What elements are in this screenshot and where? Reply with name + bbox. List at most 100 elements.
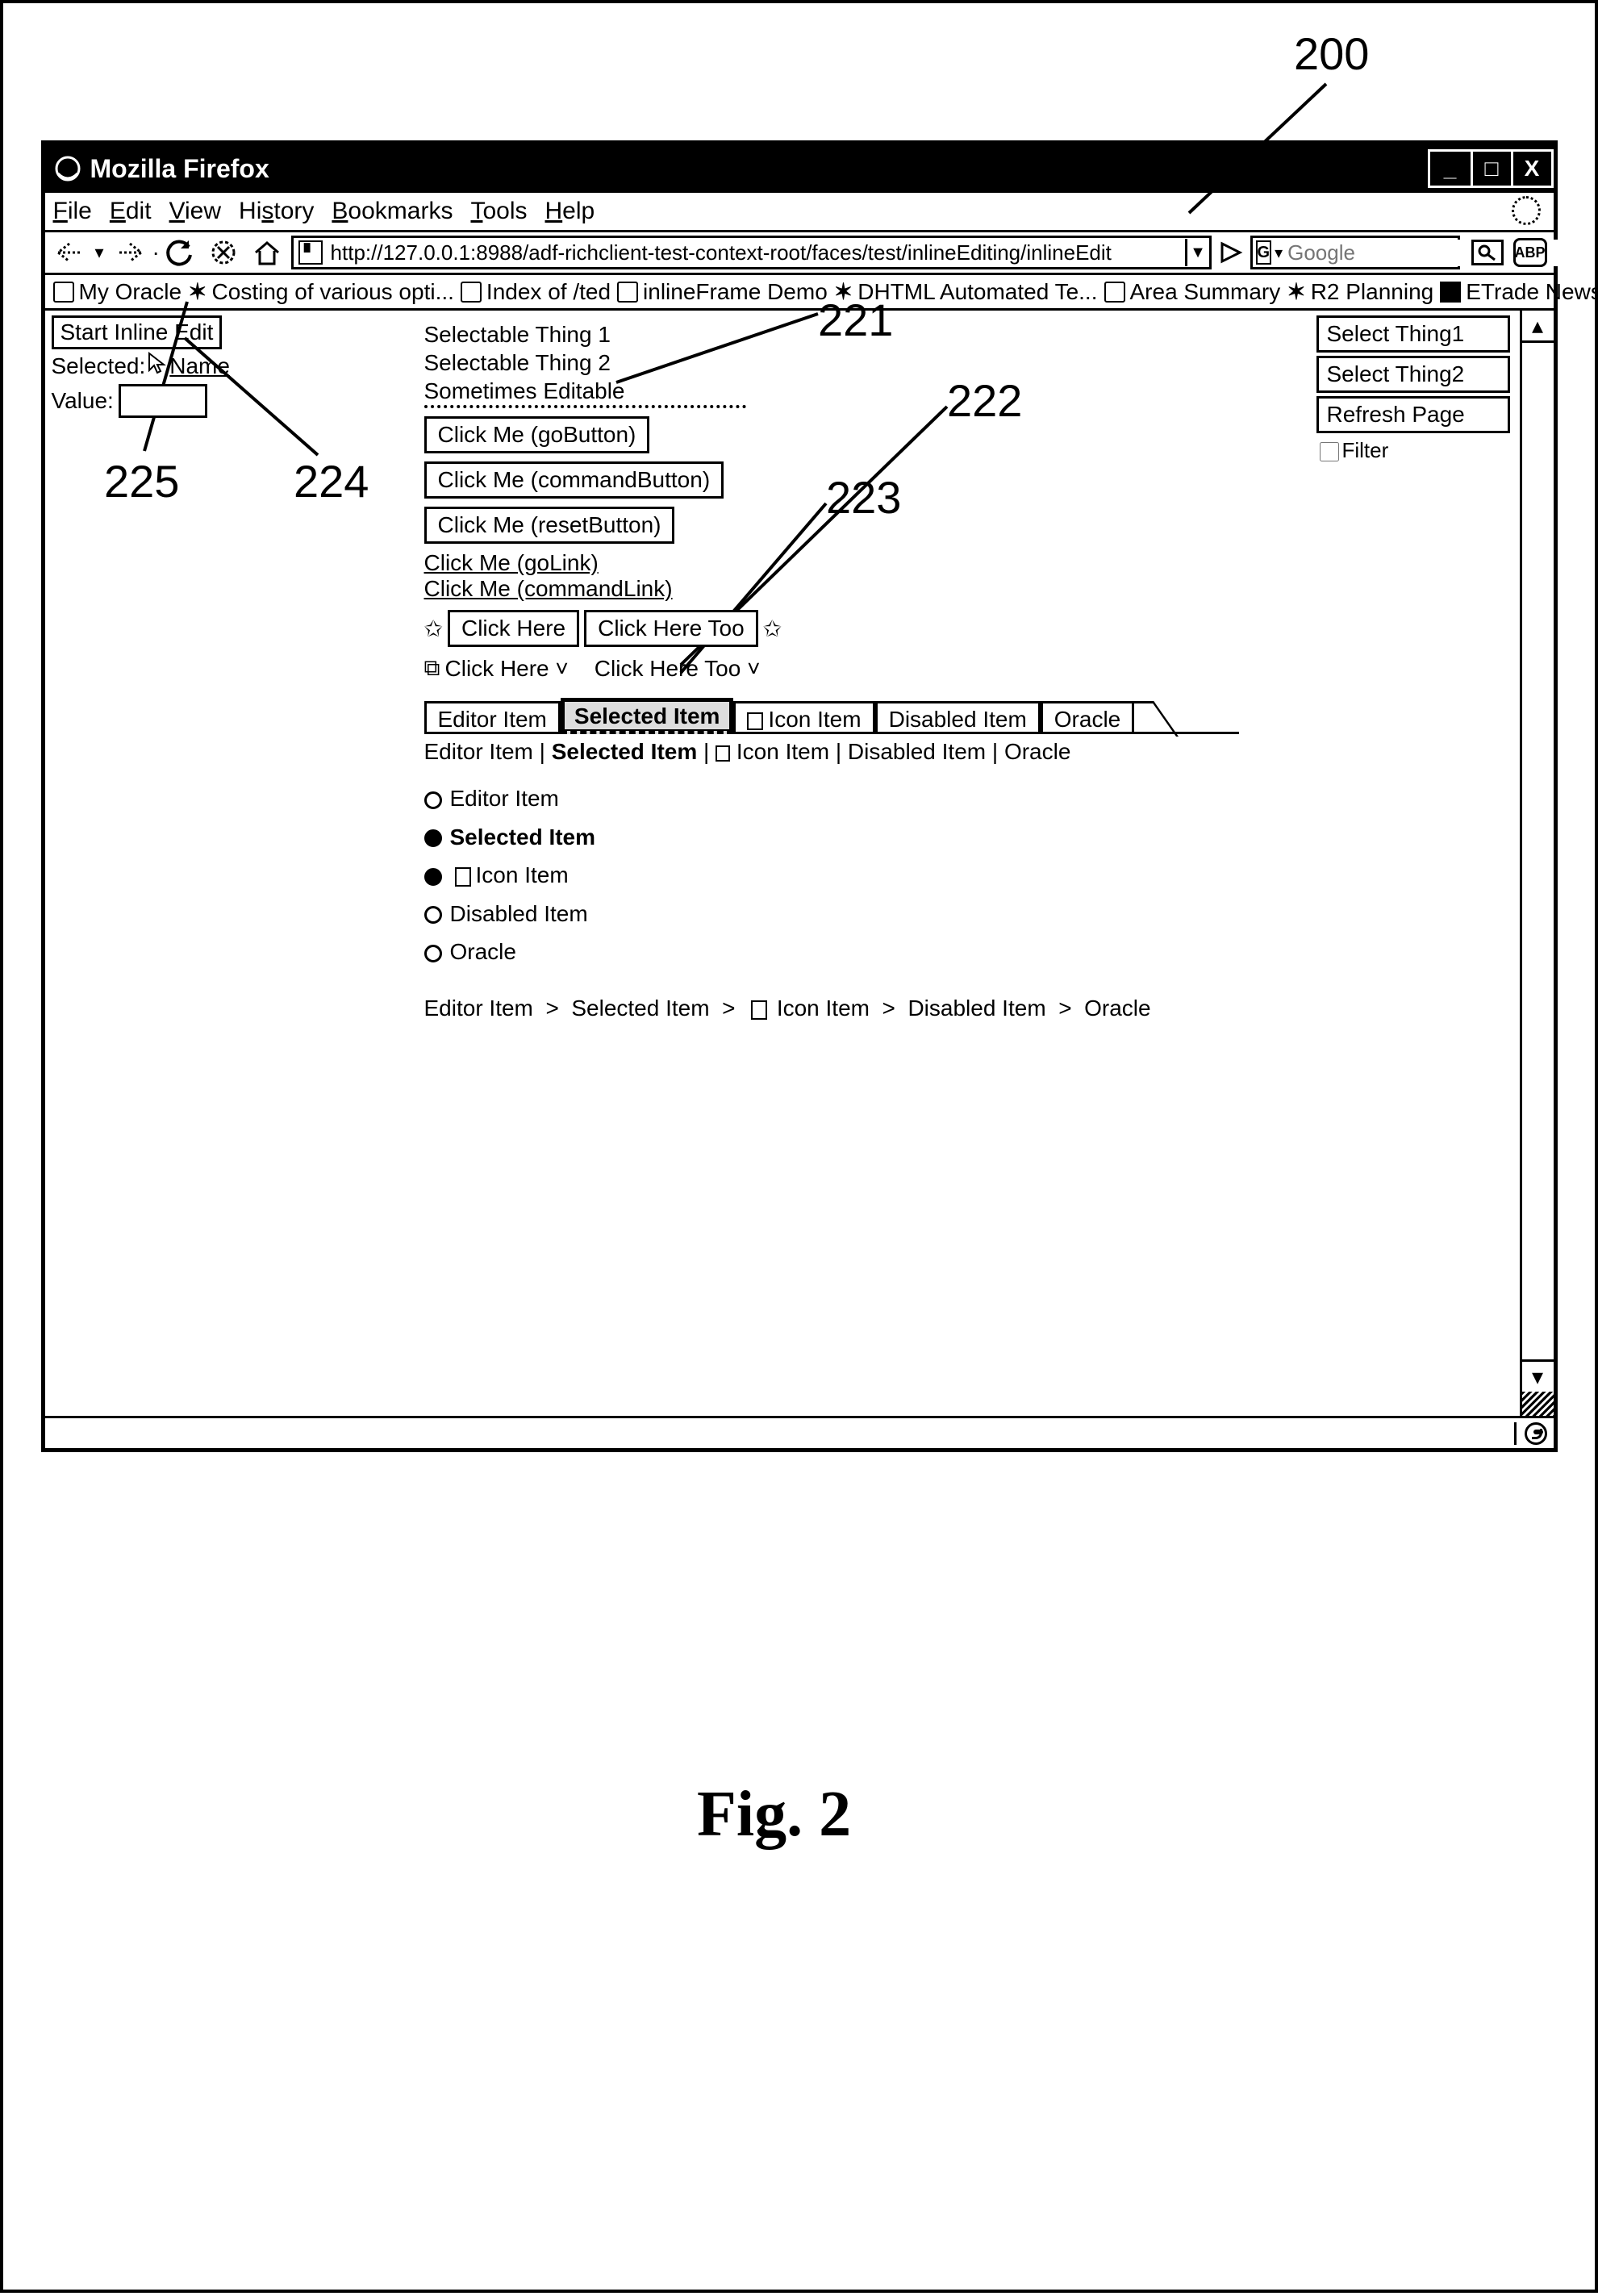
menu-label: Click Here Too	[595, 656, 741, 681]
resize-grip-icon[interactable]	[1522, 1392, 1554, 1416]
x-icon: ✶	[1287, 278, 1305, 305]
sometimes-editable[interactable]: Sometimes Editable	[424, 377, 1239, 408]
command-button-control[interactable]: Click Me (commandButton)	[424, 461, 724, 499]
start-inline-edit-button[interactable]: Start Inline Edit	[52, 315, 223, 349]
copy-icon[interactable]: ⧉	[424, 655, 440, 682]
tab-label: Icon Item	[768, 707, 861, 732]
bookmark-label: Area Summary	[1130, 279, 1281, 305]
train-label: Icon Item	[476, 862, 569, 887]
crumb-selected[interactable]: Selected Item	[571, 996, 709, 1021]
status-bar	[45, 1416, 1554, 1448]
doc-icon	[617, 282, 638, 303]
go-link[interactable]: Click Me (goLink)	[424, 550, 599, 575]
go-button-control[interactable]: Click Me (goButton)	[424, 416, 650, 453]
pipe-selected-item[interactable]: Selected Item	[552, 739, 698, 764]
menu-help[interactable]: Help	[542, 196, 607, 227]
bookmark-index-ted[interactable]: Index of /ted	[461, 279, 611, 305]
train-label: Disabled Item	[450, 901, 588, 926]
click-here-button[interactable]: Click Here	[448, 610, 579, 647]
reset-button-control[interactable]: Click Me (resetButton)	[424, 507, 675, 544]
callout-222: 222	[947, 374, 1022, 427]
go-button[interactable]	[1216, 238, 1245, 267]
train-oracle[interactable]: Oracle	[424, 933, 1239, 971]
bookmark-label: DHTML Automated Te...	[857, 279, 1097, 305]
tab-oracle[interactable]: Oracle	[1041, 701, 1134, 734]
train-editor-item[interactable]: Editor Item	[424, 779, 1239, 818]
close-button[interactable]: X	[1511, 152, 1551, 186]
filter-checkbox[interactable]	[1320, 442, 1339, 461]
url-bar[interactable]: ▘ ▼	[291, 236, 1212, 269]
menu-view[interactable]: View	[166, 196, 232, 227]
tab-editor-item[interactable]: Editor Item	[424, 701, 561, 734]
star-icon[interactable]: ✩	[424, 616, 443, 642]
toolbar-row-2: ⧉ Click Here ˅ Click Here Too ˅	[424, 655, 1239, 682]
url-dropdown[interactable]: ▼	[1185, 239, 1209, 266]
select-thing1-button[interactable]: Select Thing1	[1316, 315, 1510, 353]
selected-value: Name	[169, 353, 230, 379]
crumb-oracle[interactable]: Oracle	[1084, 996, 1150, 1021]
bookmark-label: Index of /ted	[486, 279, 611, 305]
search-engine-icon[interactable]: G	[1256, 240, 1272, 265]
star-icon[interactable]: ✩	[763, 616, 782, 642]
search-engine-dropdown[interactable]: ▾	[1275, 243, 1283, 263]
crumb-editor[interactable]: Editor Item	[424, 996, 533, 1021]
click-here-too-menu[interactable]: Click Here Too ˅	[595, 656, 761, 682]
click-here-menu[interactable]: Click Here ˅	[445, 656, 569, 682]
command-link[interactable]: Click Me (commandLink)	[424, 576, 673, 601]
search-bar[interactable]: G ▾	[1250, 236, 1460, 269]
forward-button[interactable]	[109, 236, 148, 269]
value-input[interactable]	[119, 384, 207, 418]
vertical-scrollbar[interactable]: ▴ ▾	[1520, 311, 1554, 1416]
window-title: Mozilla Firefox	[90, 154, 269, 184]
crumb-icon[interactable]: Icon Item	[777, 996, 870, 1021]
titlebar: Mozilla Firefox _ □ X	[45, 144, 1554, 193]
scroll-down-icon[interactable]: ▾	[1522, 1359, 1554, 1392]
abp-icon[interactable]: ABP	[1513, 238, 1547, 267]
menu-file[interactable]: File	[50, 196, 103, 227]
search-go-button[interactable]	[1471, 240, 1504, 265]
url-input[interactable]	[328, 240, 1185, 265]
tab-icon-item[interactable]: Icon Item	[733, 701, 874, 734]
x-icon: ✶	[188, 278, 207, 305]
back-button[interactable]	[52, 236, 90, 269]
breadcrumb-nav: Editor Item > Selected Item > Icon Item …	[424, 996, 1239, 1021]
doc-icon	[751, 1000, 767, 1020]
toolbar-separator: ·	[152, 240, 156, 265]
reload-button[interactable]	[161, 236, 199, 269]
menu-bookmarks[interactable]: Bookmarks	[328, 196, 464, 227]
doc-icon	[53, 282, 74, 303]
bookmark-costing[interactable]: ✶Costing of various opti...	[188, 278, 454, 305]
select-thing2-button[interactable]: Select Thing2	[1316, 356, 1510, 393]
bookmark-inlineframe[interactable]: inlineFrame Demo	[617, 279, 828, 305]
bookmark-label: Costing of various opti...	[212, 279, 454, 305]
bookmark-area-summary[interactable]: Area Summary	[1104, 279, 1281, 305]
minimize-button[interactable]: _	[1430, 152, 1471, 186]
stop-button[interactable]	[204, 236, 243, 269]
bookmark-my-oracle[interactable]: My Oracle	[53, 279, 182, 305]
train-label: Editor Item	[450, 786, 559, 811]
doc-icon	[747, 712, 763, 730]
selectable-thing-2[interactable]: Selectable Thing 2	[424, 349, 1239, 377]
menu-tools[interactable]: Tools	[467, 196, 538, 227]
menu-edit[interactable]: Edit	[106, 196, 163, 227]
value-label: Value:	[52, 388, 114, 414]
pipe-editor-item[interactable]: Editor Item	[424, 739, 533, 764]
menu-history[interactable]: History	[236, 196, 325, 227]
train-icon-item[interactable]: Icon Item	[424, 856, 1239, 895]
tab-selected-item[interactable]: Selected Item	[561, 698, 734, 734]
pipe-oracle[interactable]: Oracle	[1004, 739, 1070, 764]
tab-strip: Editor Item Selected Item Icon Item Disa…	[424, 698, 1239, 734]
home-button[interactable]	[248, 236, 286, 269]
bookmark-r2-planning[interactable]: ✶R2 Planning	[1287, 278, 1433, 305]
maximize-button[interactable]: □	[1471, 152, 1511, 186]
bookmark-etrade[interactable]: ETrade News - Topix	[1440, 279, 1598, 305]
train-nav: Editor Item Selected Item Icon Item Disa…	[424, 779, 1239, 971]
ring-fill-icon	[424, 829, 442, 847]
refresh-page-button[interactable]: Refresh Page	[1316, 396, 1510, 433]
back-dropdown[interactable]: ▾	[95, 242, 104, 263]
train-selected-item[interactable]: Selected Item	[424, 818, 1239, 857]
click-here-too-button[interactable]: Click Here Too	[584, 610, 758, 647]
pipe-icon-item[interactable]: Icon Item	[736, 739, 829, 764]
page-content: Start Inline Edit Selected: Name Value: …	[45, 311, 1520, 1416]
scroll-up-icon[interactable]: ▴	[1522, 311, 1554, 343]
